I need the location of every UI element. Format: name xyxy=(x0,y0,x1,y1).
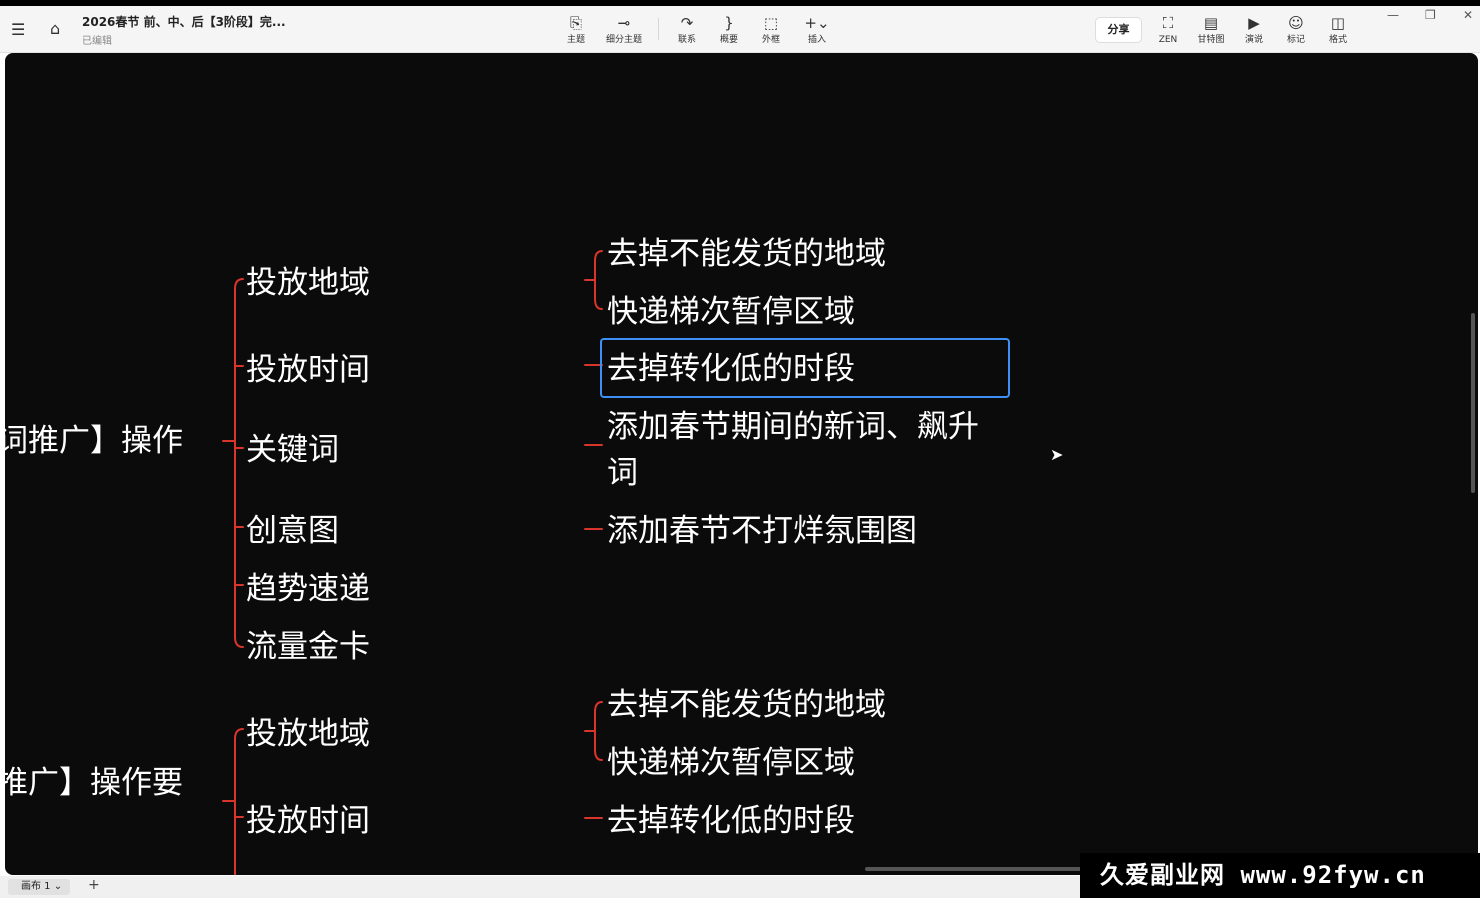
topic-icon: ⎘ xyxy=(569,14,582,32)
document-title[interactable]: 2026春节 前、中、后【3阶段】完... xyxy=(82,13,286,30)
top-toolbar: ☰ ⌂ 2026春节 前、中、后【3阶段】完... 已编辑 ⎘ 主题 ⊸ 细分主… xyxy=(0,0,1480,53)
subtopic-icon: ⊸ xyxy=(617,14,631,32)
detail-bracket xyxy=(594,250,603,310)
subtopic-node[interactable]: 去掉不能发货的地域 xyxy=(607,683,886,727)
boundary-icon: ⬚ xyxy=(763,14,779,32)
canvas-tab[interactable]: 画布 1 ⌄ xyxy=(8,879,70,895)
topic-node[interactable]: 投放时间 xyxy=(246,348,370,392)
minimize-icon[interactable]: — xyxy=(1387,8,1399,22)
boundary-button[interactable]: ⬚ 外框 xyxy=(746,15,796,46)
mouse-cursor-icon: ➤ xyxy=(1050,445,1064,464)
subtopic-node[interactable]: 去掉转化低的时段 xyxy=(607,799,855,843)
subtopic-node-selected[interactable]: 去掉转化低的时段 xyxy=(607,347,855,391)
root-topic[interactable]: 推广】操作要 xyxy=(5,761,183,805)
topic-node[interactable]: 流量金卡 xyxy=(246,625,370,669)
detail-bracket xyxy=(594,701,603,761)
chevron-down-icon: ⌄ xyxy=(53,881,63,892)
insert-plus-icon: +⌄ xyxy=(804,14,830,32)
watermark: 久爱副业网 www.92fyw.cn xyxy=(1080,853,1480,898)
topic-node[interactable]: 趋势速递 xyxy=(246,567,370,611)
close-icon[interactable]: ✕ xyxy=(1463,8,1473,22)
menu-icon[interactable]: ☰ xyxy=(11,22,25,38)
insert-button[interactable]: +⌄ 插入 xyxy=(792,15,842,46)
subtopic-node[interactable]: 添加春节不打烊氛围图 xyxy=(607,509,917,553)
root-topic[interactable]: 词推广】操作 xyxy=(5,419,183,463)
subtopic-node[interactable]: 快递梯次暂停区域 xyxy=(607,741,855,785)
vertical-scrollbar[interactable] xyxy=(1471,313,1475,493)
add-canvas-button[interactable]: + xyxy=(88,877,100,893)
topic-node[interactable]: 投放时间 xyxy=(246,799,370,843)
home-icon[interactable]: ⌂ xyxy=(50,21,60,37)
topic-node[interactable]: 投放地域 xyxy=(246,712,370,756)
toolbar-divider xyxy=(658,18,659,40)
horizontal-scrollbar[interactable] xyxy=(865,867,1095,871)
share-button[interactable]: 分享 xyxy=(1095,17,1142,43)
subtopic-node[interactable]: 添加春节期间的新词、飙升词 xyxy=(607,404,999,496)
restore-icon[interactable]: ❐ xyxy=(1425,8,1436,22)
format-panel-icon: ◫ xyxy=(1330,14,1346,32)
topic-node[interactable]: 关键词 xyxy=(246,428,339,472)
subtopic-node[interactable]: 快递梯次暂停区域 xyxy=(607,290,855,334)
topic-button[interactable]: ⎘ 主题 xyxy=(551,15,601,46)
subtopic-button[interactable]: ⊸ 细分主题 xyxy=(599,15,649,46)
format-button[interactable]: ◫ 格式 xyxy=(1313,15,1363,46)
subtopic-node[interactable]: 去掉不能发货的地域 xyxy=(607,232,886,276)
topic-node[interactable]: 投放地域 xyxy=(246,261,370,305)
mindmap-canvas[interactable]: 词推广】操作 投放地域 投放时间 关键词 创意图 趋势速递 流量金卡 去掉不能发… xyxy=(5,53,1478,875)
edit-status: 已编辑 xyxy=(82,36,112,47)
topic-node[interactable]: 创意图 xyxy=(246,509,339,553)
branch-spine xyxy=(234,278,244,648)
branch-spine xyxy=(234,728,244,875)
